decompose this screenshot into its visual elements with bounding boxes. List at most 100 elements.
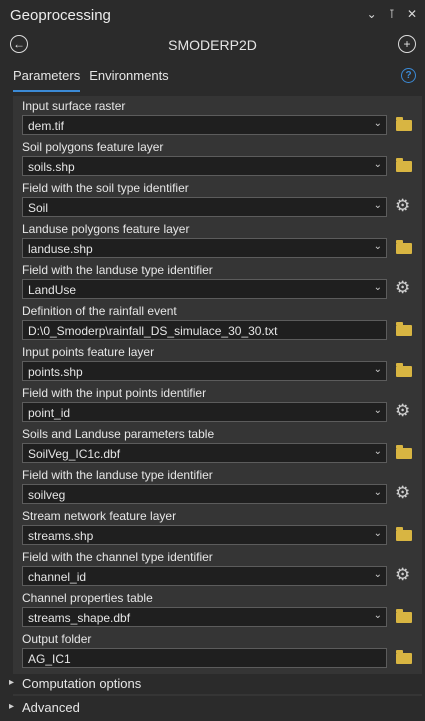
param-dropdown[interactable]: soilveg ⌄ [22, 484, 387, 504]
chevron-down-icon[interactable]: ⌄ [374, 282, 382, 293]
param-soil-polygons: Soil polygons feature layer soils.shp ⌄ [13, 137, 422, 178]
param-value: soils.shp [28, 160, 75, 174]
tab-environments[interactable]: Environments [89, 68, 168, 92]
folder-icon[interactable] [396, 650, 412, 664]
param-dropdown[interactable]: channel_id ⌄ [22, 566, 387, 586]
chevron-down-icon[interactable]: ⌄ [374, 569, 382, 580]
param-output-folder: Output folder AG_IC1 [13, 629, 422, 670]
param-value: D:\0_Smoderp\rainfall_DS_simulace_30_30.… [28, 324, 278, 338]
param-label: Field with the input points identifier [22, 386, 207, 400]
plus-icon[interactable]: + [398, 35, 416, 53]
folder-icon[interactable] [396, 158, 412, 172]
chevron-down-icon[interactable]: ⌄ [374, 118, 382, 129]
param-label: Input surface raster [22, 99, 126, 113]
section-label: Computation options [22, 676, 142, 691]
chevron-right-icon: ▸ [9, 701, 15, 712]
gear-icon[interactable]: ⚙ [395, 402, 410, 419]
pin-icon[interactable]: ⊺ [389, 7, 395, 21]
folder-icon[interactable] [396, 322, 412, 336]
folder-icon[interactable] [396, 527, 412, 541]
gear-icon[interactable]: ⚙ [395, 279, 410, 296]
chevron-down-icon[interactable]: ⌄ [374, 159, 382, 170]
param-dropdown[interactable]: streams.shp ⌄ [22, 525, 387, 545]
tab-bar: Parameters Environments [13, 68, 169, 92]
param-dropdown[interactable]: dem.tif ⌄ [22, 115, 387, 135]
parameters-panel: Input surface raster dem.tif ⌄ Soil polyg… [13, 96, 422, 696]
folder-icon[interactable] [396, 363, 412, 377]
param-label: Definition of the rainfall event [22, 304, 177, 318]
param-stream-network: Stream network feature layer streams.shp… [13, 506, 422, 547]
chevron-down-icon[interactable]: ⌄ [374, 446, 382, 457]
gear-icon[interactable]: ⚙ [395, 566, 410, 583]
param-dropdown[interactable]: SoilVeg_IC1c.dbf ⌄ [22, 443, 387, 463]
param-label: Output folder [22, 632, 92, 646]
param-label: Field with the landuse type identifier [22, 263, 213, 277]
param-label: Soils and Landuse parameters table [22, 427, 215, 441]
chevron-down-icon[interactable]: ⌄ [374, 528, 382, 539]
pane-controls: ⌄ ⊺ ✕ [367, 7, 417, 21]
param-label: Soil polygons feature layer [22, 140, 164, 154]
param-landuse-type-field: Field with the landuse type identifier L… [13, 260, 422, 301]
chevron-down-icon[interactable]: ⌄ [374, 405, 382, 416]
help-icon[interactable]: ? [401, 68, 416, 83]
param-value: point_id [28, 406, 71, 420]
param-dropdown[interactable]: points.shp ⌄ [22, 361, 387, 381]
param-dropdown[interactable]: point_id ⌄ [22, 402, 387, 422]
chevron-down-icon[interactable]: ⌄ [374, 487, 382, 498]
param-value: landuse.shp [28, 242, 93, 256]
pane-title: Geoprocessing [10, 7, 111, 24]
param-value: dem.tif [28, 119, 65, 133]
param-value: SoilVeg_IC1c.dbf [28, 447, 121, 461]
chevron-right-icon: ▸ [9, 677, 15, 688]
param-landuse-polygons: Landuse polygons feature layer landuse.s… [13, 219, 422, 260]
chevron-down-icon[interactable]: ⌄ [374, 241, 382, 252]
param-label: Stream network feature layer [22, 509, 177, 523]
param-value: streams_shape.dbf [28, 611, 131, 625]
folder-icon[interactable] [396, 117, 412, 131]
tool-header: ← SMODERP2D + [0, 30, 425, 58]
param-soilveg-field: Field with the landuse type identifier s… [13, 465, 422, 506]
param-text-field[interactable]: AG_IC1 [22, 648, 387, 668]
param-input-points-field: Field with the input points identifier p… [13, 383, 422, 424]
section-computation-options[interactable]: ▸ Computation options [0, 674, 425, 694]
param-rainfall-event: Definition of the rainfall event D:\0_Sm… [13, 301, 422, 342]
close-icon[interactable]: ✕ [407, 7, 417, 21]
param-label: Field with the soil type identifier [22, 181, 189, 195]
param-input-surface-raster: Input surface raster dem.tif ⌄ [13, 96, 422, 137]
param-dropdown[interactable]: soils.shp ⌄ [22, 156, 387, 176]
param-label: Field with the channel type identifier [22, 550, 213, 564]
param-label: Input points feature layer [22, 345, 155, 359]
gear-icon[interactable]: ⚙ [395, 484, 410, 501]
chevron-down-icon[interactable]: ⌄ [374, 610, 382, 621]
param-dropdown[interactable]: Soil ⌄ [22, 197, 387, 217]
gear-icon[interactable]: ⚙ [395, 197, 410, 214]
param-dropdown[interactable]: landuse.shp ⌄ [22, 238, 387, 258]
param-value: AG_IC1 [28, 652, 71, 666]
pane-options-icon[interactable]: ⌄ [367, 7, 377, 21]
param-input-points: Input points feature layer points.shp ⌄ [13, 342, 422, 383]
param-value: soilveg [28, 488, 66, 502]
param-label: Field with the landuse type identifier [22, 468, 213, 482]
section-label: Advanced [22, 700, 80, 715]
tool-title: SMODERP2D [168, 37, 257, 53]
param-dropdown[interactable]: streams_shape.dbf ⌄ [22, 607, 387, 627]
param-value: channel_id [28, 570, 87, 584]
folder-icon[interactable] [396, 240, 412, 254]
chevron-down-icon[interactable]: ⌄ [374, 200, 382, 211]
param-value: LandUse [28, 283, 77, 297]
folder-icon[interactable] [396, 445, 412, 459]
folder-icon[interactable] [396, 609, 412, 623]
param-label: Landuse polygons feature layer [22, 222, 190, 236]
param-channel-properties-table: Channel properties table streams_shape.d… [13, 588, 422, 629]
section-advanced[interactable]: ▸ Advanced [0, 698, 425, 718]
chevron-down-icon[interactable]: ⌄ [374, 364, 382, 375]
tab-parameters[interactable]: Parameters [13, 68, 81, 92]
param-value: points.shp [28, 365, 83, 379]
param-dropdown[interactable]: LandUse ⌄ [22, 279, 387, 299]
param-text-field[interactable]: D:\0_Smoderp\rainfall_DS_simulace_30_30.… [22, 320, 387, 340]
pane-titlebar: Geoprocessing ⌄ ⊺ ✕ [0, 0, 425, 30]
param-value: streams.shp [28, 529, 94, 543]
param-value: Soil [28, 201, 49, 215]
param-soils-landuse-table: Soils and Landuse parameters table SoilV… [13, 424, 422, 465]
param-label: Channel properties table [22, 591, 153, 605]
